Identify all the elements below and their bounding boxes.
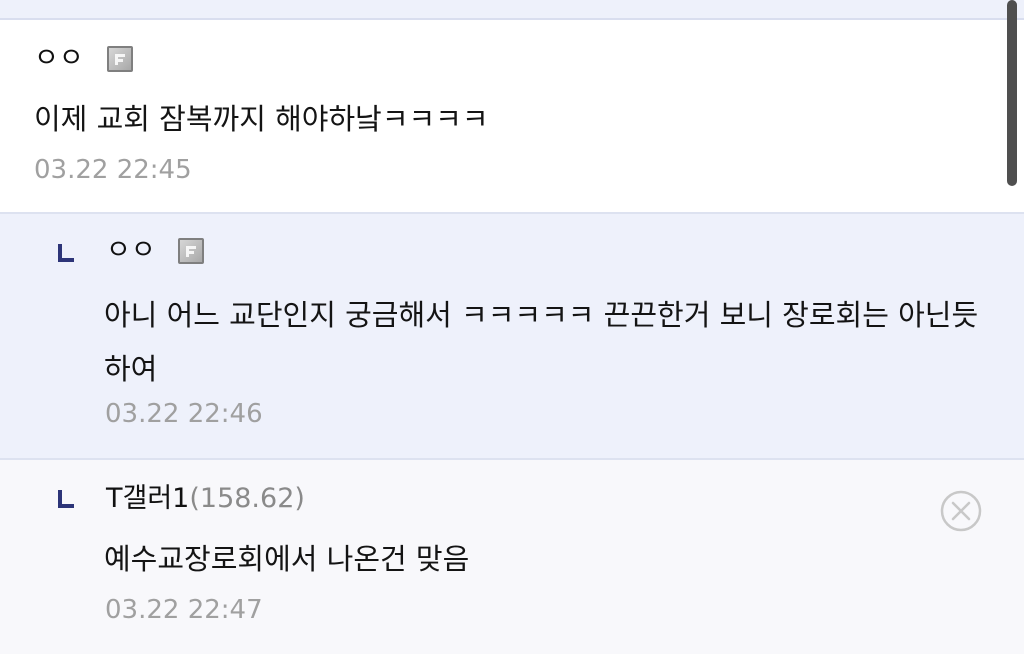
comment-nickname[interactable]: ㅇㅇ [106,234,156,268]
reply-arrow-icon [58,490,74,508]
comment-body: 아니 어느 교단인지 궁금해서 ㅋㅋㅋㅋㅋ 끈끈한거 보니 장로회는 아닌듯 하… [104,298,979,386]
comment-body: 예수교장로회에서 나온건 맞음 [104,542,470,576]
comment-timestamp: 03.22 22:47 [105,595,263,625]
comment-item: ㅇㅇ 이제 교회 잠복까지 해야하낰ㅋㅋㅋㅋ 03.22 22:45 [0,20,1024,214]
close-circle-icon[interactable] [940,490,982,532]
previous-comment-edge [0,0,1024,20]
comment-timestamp: 03.22 22:45 [34,155,192,185]
reply-comment-item: ㅇㅇ 아니 어느 교단인지 궁금해서 ㅋㅋㅋㅋㅋ 끈끈한거 보니 장로회는 아닌… [0,214,1024,460]
comment-nickname-row: T갤러1(158.62) [106,482,305,516]
comment-list: ㅇㅇ 이제 교회 잠복까지 해야하낰ㅋㅋㅋㅋ 03.22 22:45 ㅇㅇ 아니… [0,0,1024,654]
comment-timestamp: 03.22 22:46 [105,399,263,429]
scrollbar-thumb[interactable] [1007,0,1017,186]
fixed-nick-icon [107,46,133,72]
fixed-nick-icon [178,238,204,264]
reply-comment-item: T갤러1(158.62) 예수교장로회에서 나온건 맞음 03.22 22:47 [0,460,1024,654]
comment-body: 이제 교회 잠복까지 해야하낰ㅋㅋㅋㅋ [34,102,489,136]
comment-nickname[interactable]: ㅇㅇ [34,42,84,76]
reply-arrow-icon [58,244,74,262]
comment-nickname[interactable]: T갤러1 [106,483,189,514]
comment-ip: (158.62) [189,483,305,514]
